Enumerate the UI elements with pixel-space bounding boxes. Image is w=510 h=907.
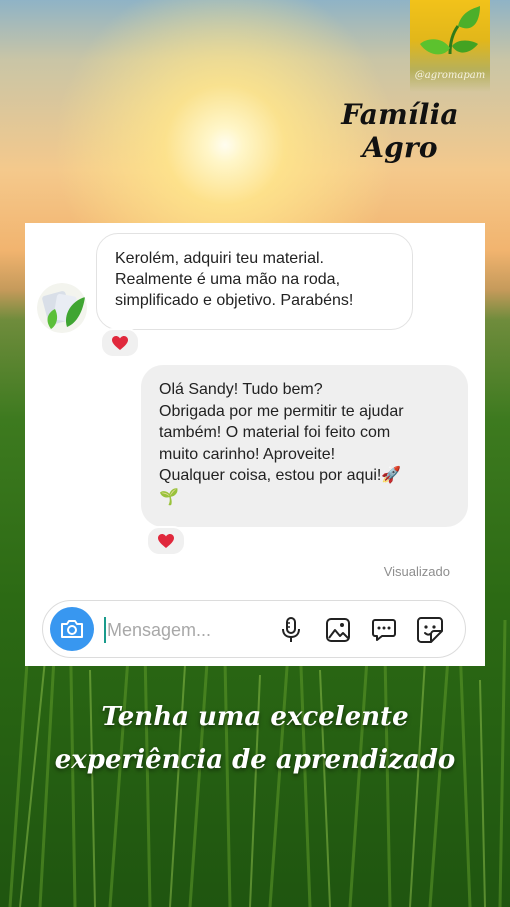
incoming-message-line: Realmente é uma mão na roda, <box>115 271 341 288</box>
chat-bubble-icon <box>372 619 396 641</box>
heart-icon <box>158 533 174 548</box>
microphone-icon <box>282 617 300 642</box>
message-composer <box>42 600 466 658</box>
brand-title: Família Agro <box>341 98 459 164</box>
message-input[interactable] <box>107 615 267 645</box>
incoming-message-bubble[interactable]: Kerolém, adquiri teu material. Realmente… <box>96 233 413 330</box>
text-cursor <box>104 617 106 643</box>
seen-status: Visualizado <box>383 564 450 579</box>
brand-handle: @agromapam <box>414 70 486 81</box>
outgoing-message-bubble[interactable]: Olá Sandy! Tudo bem? Obrigada por me per… <box>141 365 468 527</box>
heart-icon <box>112 335 128 350</box>
messages-button[interactable] <box>369 615 399 645</box>
outgoing-message-line: Olá Sandy! Tudo bem? <box>159 381 323 398</box>
leaf-logo-icon <box>420 6 480 55</box>
dm-screenshot-card: Kerolém, adquiri teu material. Realmente… <box>25 223 485 666</box>
outgoing-message-line: Qualquer coisa, estou por aqui!🚀 <box>159 467 402 484</box>
tagline-line: Tenha uma excelente <box>101 702 409 732</box>
microphone-button[interactable] <box>276 615 306 645</box>
heart-reaction[interactable] <box>100 328 140 358</box>
heart-reaction[interactable] <box>146 526 186 556</box>
camera-button[interactable] <box>50 607 94 651</box>
outgoing-message-line: também! O material foi feito com <box>159 424 391 441</box>
image-icon <box>326 618 350 642</box>
avatar[interactable] <box>37 283 87 333</box>
outgoing-message-line: muito carinho! Aproveite! <box>159 445 336 463</box>
camera-icon <box>61 620 83 638</box>
tagline: Tenha uma excelente experiência de apren… <box>0 696 510 782</box>
incoming-message-line: Kerolém, adquiri teu material. <box>115 250 324 267</box>
incoming-message-line: simplificado e objetivo. Parabéns! <box>115 292 354 309</box>
outgoing-message-line: 🌱 <box>159 488 179 506</box>
sticker-icon <box>417 617 443 643</box>
sticker-button[interactable] <box>415 615 445 645</box>
gallery-button[interactable] <box>323 615 353 645</box>
tagline-line: experiência de aprendizado <box>54 745 456 775</box>
outgoing-message-line: Obrigada por me permitir te ajudar <box>159 402 404 420</box>
